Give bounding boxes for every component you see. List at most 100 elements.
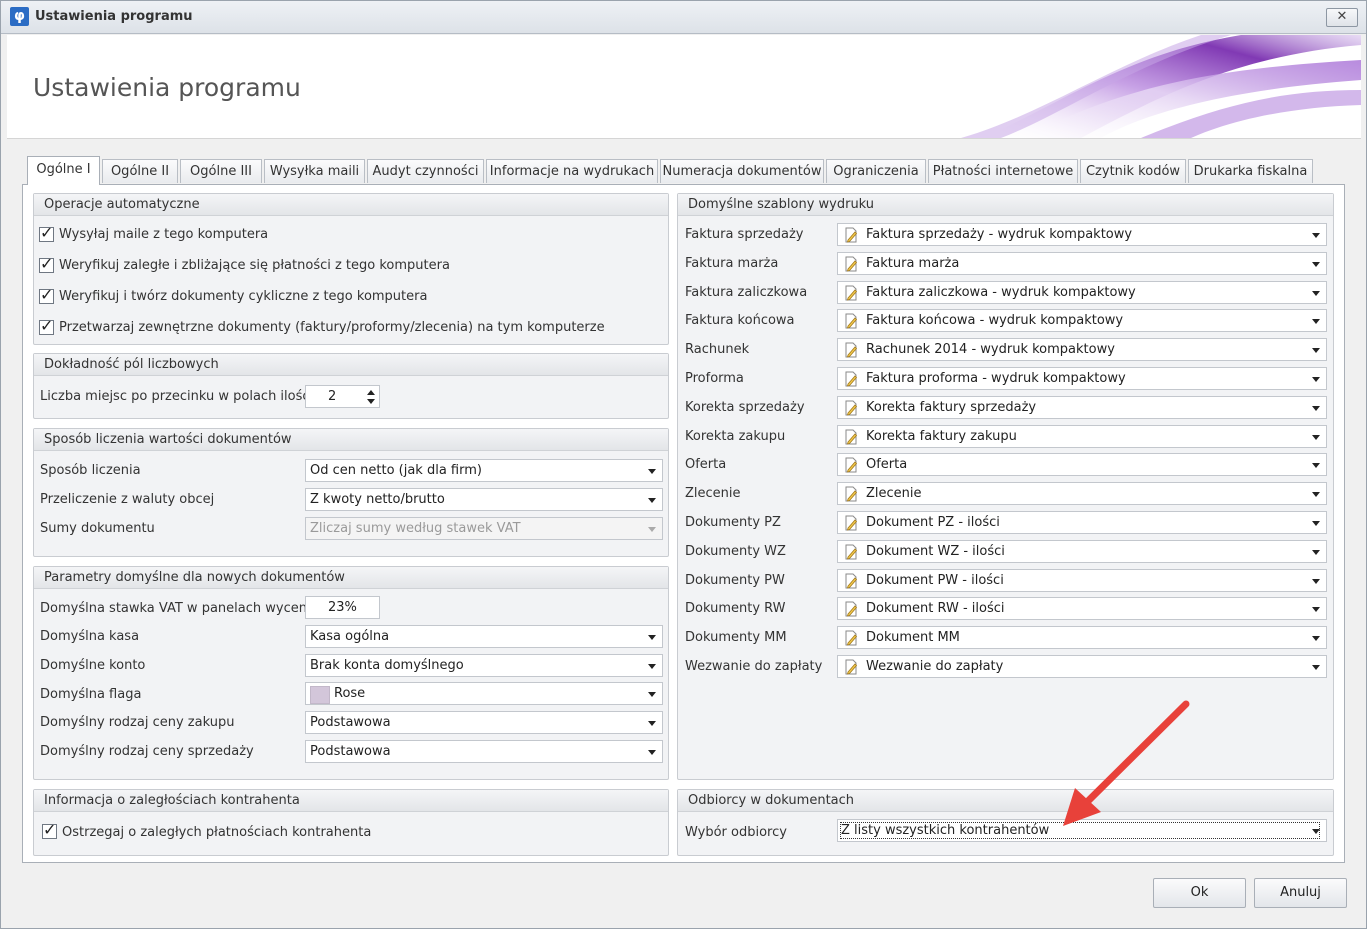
document-edit-icon — [845, 371, 858, 387]
template-select[interactable]: Oferta — [837, 453, 1327, 477]
template-label: Proforma — [685, 371, 744, 386]
chevron-down-icon — [648, 469, 656, 474]
default-account-value: Brak konta domyślnego — [310, 658, 464, 673]
chevron-down-icon — [1312, 578, 1320, 584]
template-value: Faktura sprzedaży - wydruk kompaktowy — [866, 227, 1133, 242]
document-edit-icon — [845, 227, 858, 243]
default-flag-select[interactable]: Rose — [305, 682, 663, 705]
template-label: Dokumenty WZ — [685, 543, 786, 559]
template-label: Dokumenty PZ — [685, 515, 781, 530]
template-select[interactable]: Dokument MM — [837, 626, 1327, 650]
default-cash-label: Domyślna kasa — [40, 629, 140, 644]
template-value: Wezwanie do zapłaty — [866, 659, 1004, 674]
tab-audyt-czynnosci[interactable]: Audyt czynności — [367, 159, 484, 183]
decimal-places-spinner[interactable]: 2 — [305, 385, 380, 408]
template-label: Oferta — [685, 457, 727, 473]
tab-informacje-na-wydrukach[interactable]: Informacje na wydrukach — [486, 159, 658, 183]
template-select[interactable]: Dokument PW - ilości — [837, 568, 1327, 592]
template-select[interactable]: Faktura proforma - wydruk kompaktowy — [837, 367, 1327, 390]
verify-payments-label: Weryfikuj zaległe i zbliżające się płatn… — [59, 258, 450, 273]
currency-conversion-select[interactable]: Z kwoty netto/brutto — [305, 488, 663, 511]
title-bar: φ Ustawienia programu ✕ — [1, 1, 1366, 34]
tab-wysylka-maili[interactable]: Wysyłka maili — [264, 159, 365, 183]
template-select[interactable]: Dokument RW - ilości — [837, 597, 1327, 621]
template-label: Wezwanie do zapłaty — [685, 659, 823, 674]
document-edit-icon — [845, 457, 858, 473]
tab-drukarka-fiskalna[interactable]: Drukarka fiskalna — [1188, 159, 1313, 183]
tab-ogolne-1[interactable]: Ogólne I — [27, 156, 100, 185]
tab-ogolne-2[interactable]: Ogólne II — [102, 159, 178, 183]
template-select[interactable]: Wezwanie do zapłaty — [837, 655, 1327, 678]
chevron-down-icon — [1312, 434, 1320, 440]
tab-ogolne-3[interactable]: Ogólne III — [180, 159, 262, 183]
default-vat-input[interactable]: 23% — [305, 596, 380, 619]
template-value: Faktura końcowa - wydruk kompaktowy — [866, 313, 1124, 329]
chevron-down-icon — [1312, 319, 1320, 325]
doc-sums-value: Zliczaj sumy według stawek VAT — [310, 521, 521, 536]
template-label: Zlecenie — [685, 486, 741, 502]
chevron-down-icon — [1312, 348, 1320, 354]
overdue-warning-label: Ostrzegaj o zaległych płatnościach kontr… — [62, 825, 372, 840]
chevron-down-icon — [648, 750, 656, 755]
cancel-button[interactable]: Anuluj — [1254, 878, 1347, 908]
red-arrow-annotation — [1063, 700, 1190, 826]
template-select[interactable]: Faktura marża — [837, 251, 1327, 275]
chevron-down-icon — [1312, 492, 1320, 498]
template-select[interactable]: Faktura zaliczkowa - wydruk kompaktowy — [837, 280, 1327, 304]
external-docs-checkbox[interactable] — [39, 316, 54, 335]
template-select[interactable]: Faktura końcowa - wydruk kompaktowy — [837, 309, 1327, 333]
template-value: Dokument PZ - ilości — [866, 515, 1000, 530]
external-docs-label: Przetwarzaj zewnętrzne dokumenty (faktur… — [59, 320, 605, 335]
default-account-select[interactable]: Brak konta domyślnego — [305, 654, 663, 677]
template-value: Rachunek 2014 - wydruk kompaktowy — [866, 342, 1115, 358]
template-label: Dokumenty RW — [685, 601, 786, 617]
default-cash-select[interactable]: Kasa ogólna — [305, 625, 663, 648]
document-edit-icon — [845, 256, 858, 272]
ok-button[interactable]: Ok — [1153, 878, 1246, 908]
window-title: Ustawienia programu — [35, 9, 193, 24]
chevron-down-icon — [648, 527, 656, 532]
tab-ograniczenia[interactable]: Ograniczenia — [826, 159, 926, 183]
template-select[interactable]: Faktura sprzedaży - wydruk kompaktowy — [837, 223, 1327, 246]
chevron-down-icon — [1312, 829, 1320, 834]
decimal-places-value: 2 — [328, 389, 337, 404]
tab-numeracja-dokumentow[interactable]: Numeracja dokumentów — [660, 159, 824, 183]
template-select[interactable]: Korekta faktury zakupu — [837, 424, 1327, 448]
template-value: Faktura marża — [866, 255, 960, 271]
purchase-price-type-select[interactable]: Podstawowa — [305, 711, 663, 734]
chevron-down-icon — [1312, 405, 1320, 411]
document-edit-icon — [845, 573, 858, 589]
template-select[interactable]: Dokument PZ - ilości — [837, 511, 1327, 534]
chevron-down-icon — [1312, 233, 1320, 238]
template-value: Faktura proforma - wydruk kompaktowy — [866, 371, 1126, 386]
doc-sums-select: Zliczaj sumy według stawek VAT — [305, 517, 663, 540]
template-value: Faktura zaliczkowa - wydruk kompaktowy — [866, 284, 1136, 300]
chevron-down-icon — [1312, 463, 1320, 469]
template-value: Oferta — [866, 457, 908, 473]
template-select[interactable]: Dokument WZ - ilości — [837, 539, 1327, 563]
group-title: Parametry domyślne dla nowych dokumentów — [44, 570, 345, 585]
tab-czytnik-kodow[interactable]: Czytnik kodów — [1080, 159, 1186, 183]
cyclic-docs-checkbox[interactable] — [39, 285, 54, 304]
verify-payments-checkbox[interactable] — [39, 254, 54, 273]
close-button[interactable]: ✕ — [1326, 8, 1358, 27]
template-select[interactable]: Rachunek 2014 - wydruk kompaktowy — [837, 338, 1327, 362]
flag-color-swatch — [310, 686, 330, 704]
document-edit-icon — [845, 313, 858, 329]
chevron-down-icon — [648, 635, 656, 640]
overdue-warning-checkbox[interactable] — [42, 820, 57, 839]
template-label: Korekta zakupu — [685, 428, 786, 444]
chevron-down-icon — [648, 664, 656, 669]
group-title: Operacje automatyczne — [44, 197, 200, 212]
tab-platnosci-internetowe[interactable]: Płatności internetowe — [928, 159, 1078, 183]
calc-method-select[interactable]: Od cen netto (jak dla firm) — [305, 459, 663, 482]
template-select[interactable]: Korekta faktury sprzedaży — [837, 395, 1327, 419]
template-value: Dokument RW - ilości — [866, 601, 1005, 617]
template-value: Korekta faktury sprzedaży — [866, 399, 1037, 415]
template-select[interactable]: Zlecenie — [837, 482, 1327, 506]
spin-down-icon[interactable] — [367, 399, 375, 404]
send-mails-checkbox[interactable] — [39, 223, 54, 242]
sale-price-type-select[interactable]: Podstawowa — [305, 740, 663, 763]
spin-up-icon[interactable] — [367, 390, 375, 395]
group-title: Domyślne szablony wydruku — [688, 197, 875, 212]
